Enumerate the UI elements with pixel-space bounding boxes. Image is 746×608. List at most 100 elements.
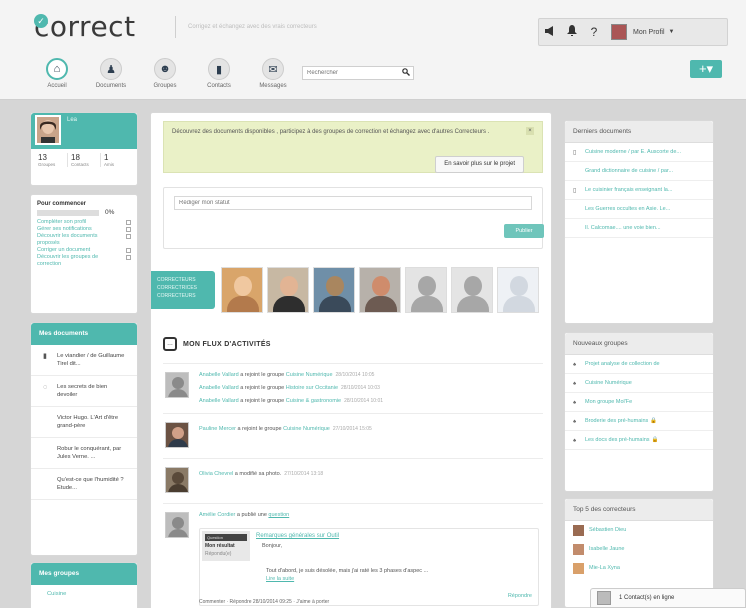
- user-avatar[interactable]: [165, 512, 189, 538]
- help-icon[interactable]: ?: [583, 25, 605, 39]
- task-item[interactable]: Découvrir les groupes de correction: [37, 254, 131, 268]
- correctors-tag[interactable]: CORRECTEURS CORRECTRICES CORRECTEURS: [151, 271, 215, 309]
- document-item[interactable]: Qu'est-ce que l'humidité ? Etude...: [31, 469, 137, 500]
- task-item[interactable]: Compléter son profil: [37, 219, 131, 226]
- group-item[interactable]: ♠ Les docs des pré-humains 🔒: [565, 431, 713, 450]
- my-groups-title[interactable]: Mes groupes: [31, 563, 137, 585]
- group-label[interactable]: Les docs des pré-humains: [585, 437, 650, 443]
- group-link[interactable]: Histoire sur Occitanie: [286, 385, 338, 391]
- document-label[interactable]: Cuisine moderne / par E. Auscorte de...: [585, 149, 681, 155]
- user-link[interactable]: Anabelle Vallard: [199, 372, 239, 378]
- group-link[interactable]: Cuisine & gastronomie: [286, 398, 341, 404]
- document-label[interactable]: Victor Hugo. L'Art d'être grand-père: [57, 415, 118, 429]
- document-label[interactable]: Il. Calcomae.... une voie bien...: [585, 225, 661, 231]
- user-link[interactable]: Anabelle Vallard: [199, 398, 239, 404]
- document-label[interactable]: Les secrets de bien devoiler: [57, 384, 107, 398]
- corrector-avatar[interactable]: [573, 525, 584, 536]
- online-contacts-label[interactable]: 1 Contact(s) en ligne: [619, 595, 674, 601]
- nav-documents[interactable]: ♟ Documents: [84, 58, 138, 89]
- group-link[interactable]: Cuisine Numérique: [286, 372, 333, 378]
- user-link[interactable]: Olivia Chevrel: [199, 471, 233, 477]
- checkbox[interactable]: [126, 234, 131, 239]
- task-label[interactable]: Corriger un document: [37, 247, 90, 253]
- group-item[interactable]: ♠ Cuisine Numérique: [565, 374, 713, 393]
- checkbox[interactable]: [126, 255, 131, 260]
- corrector-name[interactable]: Mie-La Xyna: [589, 565, 620, 571]
- group-label[interactable]: Broderie des pré-humains: [585, 418, 648, 424]
- binoculars-icon[interactable]: ♟: [100, 58, 122, 80]
- feed-actions[interactable]: Commenter · Répondre 28/10/2014 09:25 · …: [199, 599, 329, 605]
- document-item[interactable]: ▮ Le viandier / de Guillaume Tirel dit...: [31, 345, 137, 376]
- group-item[interactable]: ♠ Projet analyse de collection de: [565, 355, 713, 374]
- my-documents-title[interactable]: Mes documents: [31, 323, 137, 345]
- group-label[interactable]: Cuisine Numérique: [585, 380, 632, 386]
- user-link[interactable]: Pauline Mercer: [199, 426, 236, 432]
- user-avatar[interactable]: [165, 467, 189, 493]
- document-item[interactable]: Victor Hugo. L'Art d'être grand-père: [31, 407, 137, 438]
- stat-contacts[interactable]: 18 Contacts: [68, 153, 101, 167]
- profile-name[interactable]: Lea: [67, 117, 77, 123]
- task-label[interactable]: Gérer ses notifications: [37, 226, 92, 232]
- logo[interactable]: correct: [34, 10, 136, 43]
- chevron-down-icon[interactable]: ▼: [669, 29, 675, 35]
- messages-icon[interactable]: ✉: [262, 58, 284, 80]
- corrector-avatar[interactable]: [573, 563, 584, 574]
- question-link[interactable]: question: [268, 512, 289, 518]
- task-item[interactable]: Découvrir les documents proposés: [37, 233, 131, 247]
- top-corrector-item[interactable]: Isabelle Jaune: [565, 540, 713, 559]
- read-more-link[interactable]: Lire la suite: [266, 576, 294, 582]
- nav-groupes[interactable]: ☻ Groupes: [138, 58, 192, 89]
- task-label[interactable]: Découvrir les documents proposés: [37, 233, 98, 246]
- group-label[interactable]: Projet analyse de collection de: [585, 361, 660, 367]
- corrector-avatar[interactable]: [451, 267, 493, 313]
- checkbox[interactable]: [126, 248, 131, 253]
- document-item[interactable]: Les Guerres occultes en Asie. Le...: [565, 200, 713, 219]
- close-icon[interactable]: ×: [526, 127, 534, 135]
- home-icon[interactable]: ⌂: [46, 58, 68, 80]
- corrector-name[interactable]: Isabelle Jaune: [589, 546, 624, 552]
- reply-button[interactable]: Répondre: [508, 593, 532, 599]
- corrector-avatar[interactable]: [221, 267, 263, 313]
- corrector-avatar[interactable]: [267, 267, 309, 313]
- learn-more-button[interactable]: En savoir plus sur le projet: [435, 156, 524, 173]
- document-item[interactable]: Robur le conquérant, par Jules Verne. ..…: [31, 438, 137, 469]
- top-corrector-item[interactable]: Sébastien Dieu: [565, 521, 713, 540]
- search-input[interactable]: [303, 67, 395, 79]
- user-link[interactable]: Amélie Cordier: [199, 512, 235, 518]
- document-item[interactable]: ▯ Le cuisinier français enseignant la...: [565, 181, 713, 200]
- corrector-avatar[interactable]: [497, 267, 539, 313]
- group-label[interactable]: Mon groupe Mol'Fe: [585, 399, 632, 405]
- corrector-name[interactable]: Sébastien Dieu: [589, 527, 626, 533]
- document-item[interactable]: Il. Calcomae.... une voie bien...: [565, 219, 713, 238]
- profile-avatar[interactable]: [611, 24, 627, 40]
- checkbox[interactable]: [126, 227, 131, 232]
- document-label[interactable]: Robur le conquérant, par Jules Verne. ..…: [57, 446, 121, 460]
- add-button[interactable]: +▾: [690, 60, 722, 78]
- contacts-book-icon[interactable]: ▮: [208, 58, 230, 80]
- corrector-avatar[interactable]: [573, 544, 584, 555]
- group-link[interactable]: Cuisine Numérique: [283, 426, 330, 432]
- contact-avatar[interactable]: [597, 591, 611, 605]
- document-label[interactable]: Les Guerres occultes en Asie. Le...: [585, 206, 670, 212]
- document-label[interactable]: Qu'est-ce que l'humidité ? Etude...: [57, 477, 124, 491]
- stat-friends[interactable]: 1 Amis: [101, 153, 133, 167]
- group-item[interactable]: ♠ Broderie des pré-humains 🔒: [565, 412, 713, 431]
- user-avatar[interactable]: [165, 372, 189, 398]
- task-item[interactable]: Corriger un document: [37, 247, 131, 254]
- task-item[interactable]: Gérer ses notifications: [37, 226, 131, 233]
- megaphone-icon[interactable]: [539, 25, 561, 39]
- publish-button[interactable]: Publier: [504, 224, 544, 238]
- task-label[interactable]: Découvrir les groupes de correction: [37, 254, 98, 267]
- corrector-avatar[interactable]: [313, 267, 355, 313]
- corrector-avatar[interactable]: [359, 267, 401, 313]
- checkbox[interactable]: [126, 220, 131, 225]
- question-title[interactable]: Remarques générales sur Outil: [256, 533, 339, 539]
- group-item[interactable]: ♠ Mon groupe Mol'Fe: [565, 393, 713, 412]
- nav-messages[interactable]: ✉ Messages: [246, 58, 300, 89]
- document-item[interactable]: ◌ Les secrets de bien devoiler: [31, 376, 137, 407]
- nav-contacts[interactable]: ▮ Contacts: [192, 58, 246, 89]
- document-item[interactable]: Grand dictionnaire de cuisine / par...: [565, 162, 713, 181]
- top-corrector-item[interactable]: Mie-La Xyna: [565, 559, 713, 578]
- document-label[interactable]: Le viandier / de Guillaume Tirel dit...: [57, 353, 124, 367]
- document-label[interactable]: Grand dictionnaire de cuisine / par...: [585, 168, 673, 174]
